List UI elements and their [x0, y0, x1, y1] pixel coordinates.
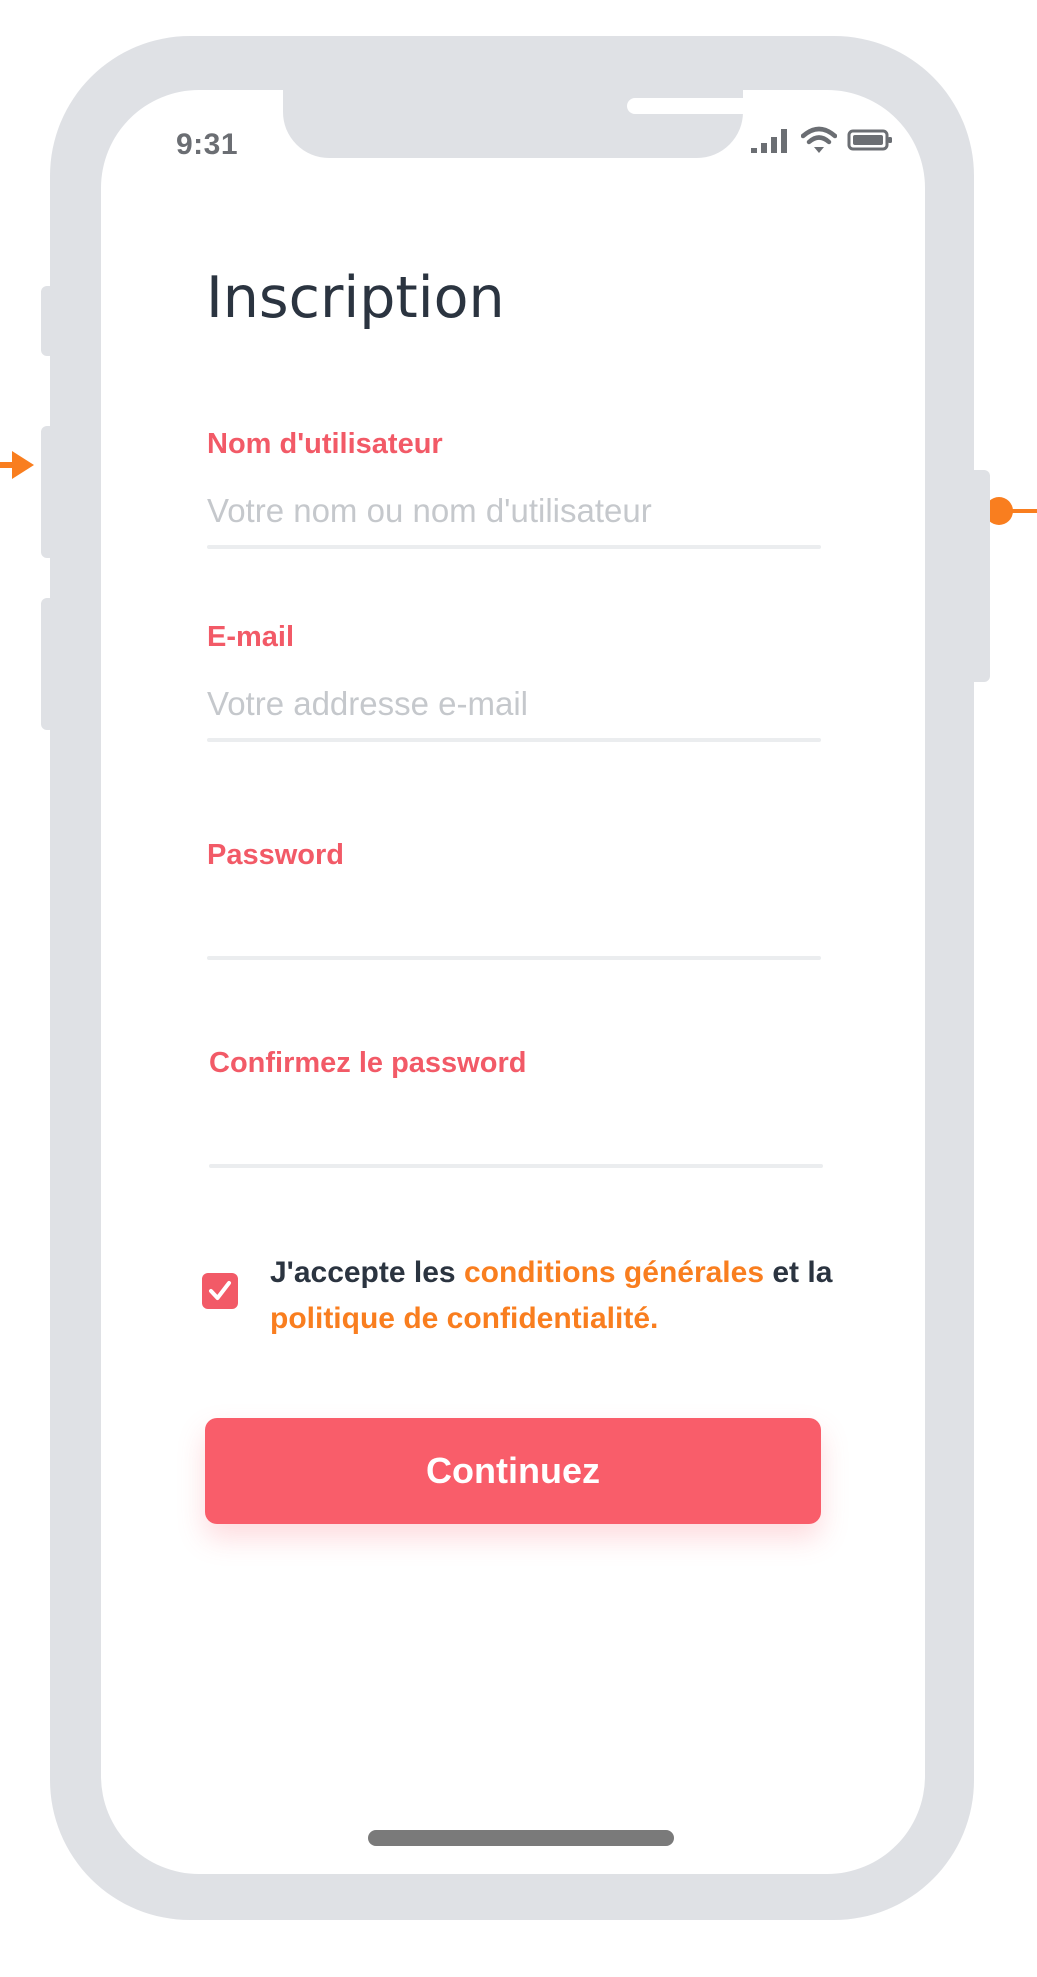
volume-up-button [41, 426, 55, 558]
password-label: Password [207, 839, 344, 871]
front-camera [791, 90, 823, 122]
checkmark-icon [209, 1281, 231, 1300]
confirm-password-field-group: Confirmez le password [209, 1047, 823, 1168]
page-title: Inscription [206, 265, 505, 331]
password-underline [207, 956, 821, 960]
email-label: E-mail [207, 621, 295, 653]
password-input[interactable] [207, 900, 821, 944]
email-input[interactable] [207, 682, 821, 726]
confirm-password-underline [209, 1164, 823, 1168]
signal-icon [751, 129, 787, 153]
wifi-icon [801, 126, 837, 153]
terms-checkbox[interactable] [202, 1273, 238, 1309]
home-indicator [368, 1830, 674, 1846]
consent-text-middle: et la [764, 1256, 833, 1289]
notch [283, 90, 823, 158]
mute-switch [41, 286, 55, 356]
email-underline [207, 738, 821, 742]
battery-icon [847, 129, 892, 151]
username-underline [207, 545, 821, 549]
consent-text: J'accepte les conditions générales et la… [270, 1250, 832, 1342]
consent-text-before: J'accepte les [270, 1256, 464, 1289]
status-time: 9:31 [176, 128, 239, 161]
privacy-link[interactable]: politique de confidentialité. [270, 1302, 658, 1335]
power-button [968, 470, 990, 682]
password-field-group: Password [207, 839, 821, 960]
username-input[interactable] [207, 489, 821, 533]
speaker-grille [627, 98, 765, 114]
volume-down-button [41, 598, 55, 730]
continue-button[interactable]: Continuez [205, 1418, 821, 1524]
phone-screen: 9:31 Inscription Nom d'utilisateur E-mai… [101, 90, 925, 1874]
consent-row: J'accepte les conditions générales et la… [202, 1250, 852, 1342]
annotation-arrow-icon [0, 451, 34, 479]
status-icons [751, 126, 893, 154]
username-label: Nom d'utilisateur [207, 428, 443, 460]
confirm-password-input[interactable] [209, 1108, 823, 1152]
annotation-dot-icon [985, 497, 1037, 525]
email-field-group: E-mail [207, 621, 821, 742]
confirm-password-label: Confirmez le password [209, 1047, 527, 1079]
username-field-group: Nom d'utilisateur [207, 428, 821, 549]
terms-link[interactable]: conditions générales [464, 1256, 764, 1289]
